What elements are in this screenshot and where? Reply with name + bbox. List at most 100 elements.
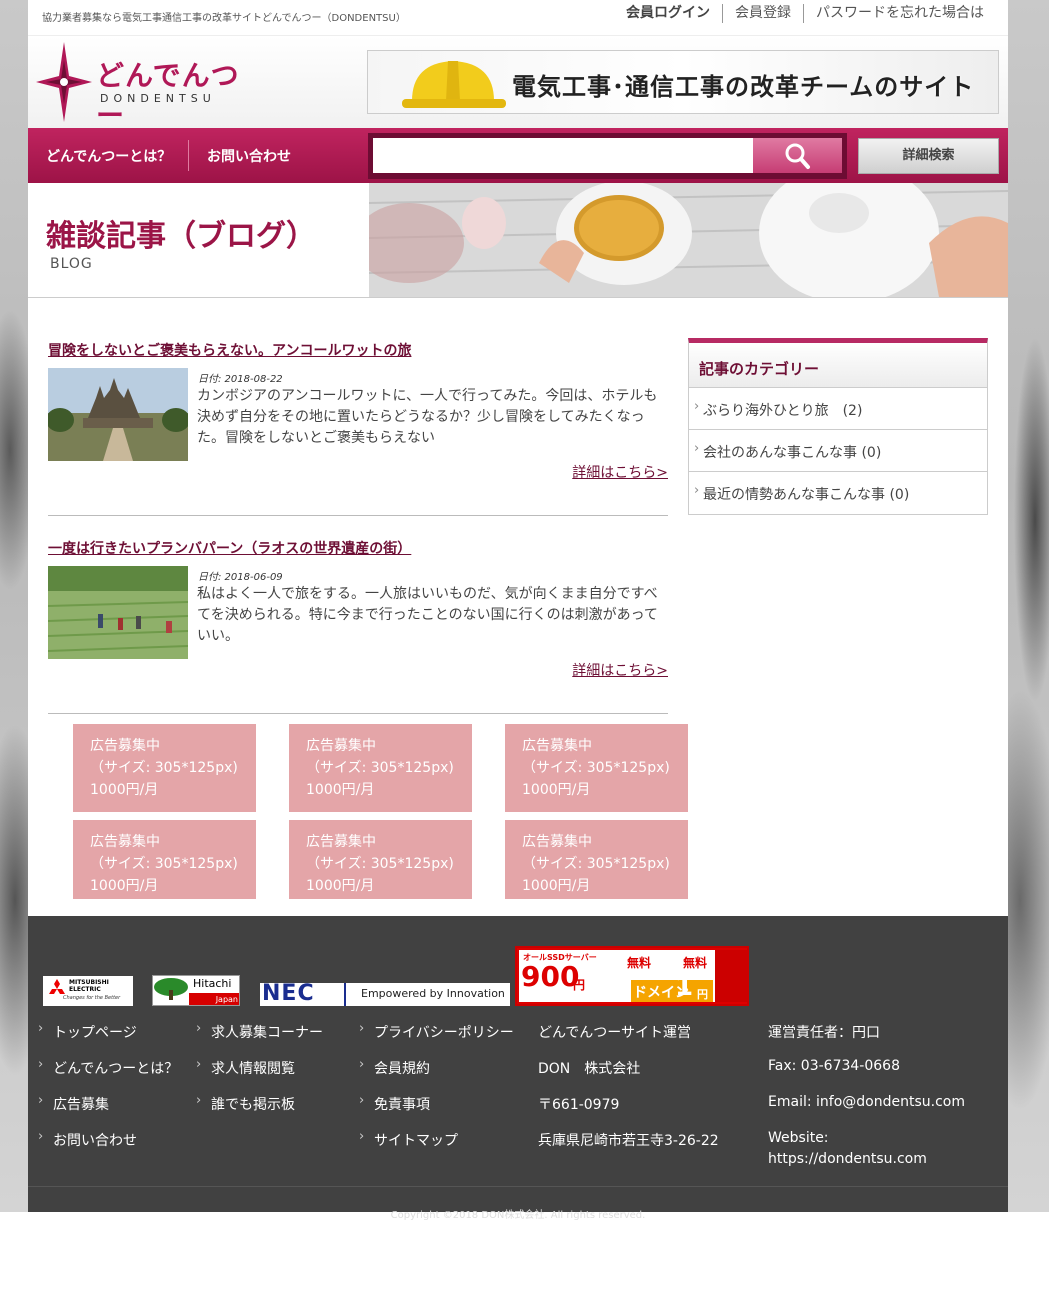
forgot-password-link[interactable]: パスワードを忘れた場合は — [803, 4, 996, 23]
nav-about[interactable]: どんでんつーとは？ — [46, 146, 171, 166]
footer-fax: Fax: 03-6734-0668 — [768, 1058, 900, 1074]
ad-heading: 広告募集中 — [522, 738, 592, 754]
onamae-price: 900 — [521, 960, 580, 993]
footer-link-job-listings[interactable]: 求人情報閲覧 — [196, 1057, 295, 1078]
nec-tagline: Empowered by Innovation — [344, 983, 510, 1006]
footer-link-disclaimer[interactable]: 免責事項 — [359, 1093, 430, 1114]
login-link[interactable]: 会員ログイン — [614, 4, 722, 23]
ad-price: 1000円/月 — [90, 878, 159, 894]
footer-postcode: 〒661-0979 — [538, 1097, 620, 1113]
ad-heading: 広告募集中 — [90, 738, 160, 754]
footer-operator: どんでんつーサイト運営 — [538, 1025, 692, 1041]
footer-link-top[interactable]: トップページ — [38, 1021, 137, 1042]
article-title[interactable]: 冒険をしないとご褒美もらえない。アンコールワットの旅 — [48, 340, 668, 360]
footer-manager: 運営責任者：円口 — [768, 1025, 880, 1041]
onamae-free-2: 無料 — [683, 956, 708, 970]
ad-slot[interactable]: 広告募集中 （サイズ: 305*125px) 1000円/月 — [73, 724, 256, 812]
onamae-free-1: 無料 — [627, 956, 652, 970]
page-subtitle: BLOG — [50, 256, 93, 272]
category-item[interactable]: ぶらり海外ひとり旅 (2) — [689, 388, 987, 430]
category-sidebar: 記事のカテゴリー ぶらり海外ひとり旅 (2) 会社のあんな事こんな事 (0) 最… — [688, 338, 988, 515]
onamae-unit: 円 — [573, 978, 586, 992]
footer-link-board[interactable]: 誰でも掲示板 — [196, 1093, 295, 1114]
footer-address: 兵庫県尼崎市若王寺3-26-22 — [538, 1133, 719, 1149]
ad-slot[interactable]: 広告募集中 （サイズ: 305*125px) 1000円/月 — [505, 724, 688, 812]
article-title[interactable]: 一度は行きたいプランバパーン（ラオスの世界遺産の街） — [48, 538, 668, 558]
ad-slot[interactable]: 広告募集中 （サイズ: 305*125px) 1000円/月 — [73, 820, 256, 899]
footer-website-url[interactable]: https://dondentsu.com — [768, 1151, 927, 1167]
footer-link-sitemap[interactable]: サイトマップ — [359, 1129, 458, 1150]
footer-link-jobs[interactable]: 求人募集コーナー — [196, 1021, 323, 1042]
main-nav: どんでんつーとは？ お問い合わせ 詳細検索 — [28, 128, 1008, 183]
ad-price: 1000円/月 — [306, 878, 375, 894]
ad-slot[interactable]: 広告募集中 （サイズ: 305*125px) 1000円/月 — [505, 820, 688, 899]
onamae-server-banner[interactable]: オールSSDサーバー 900 円 無料 無料 ドメイン 1 円 — [515, 946, 749, 1006]
register-link[interactable]: 会員登録 — [722, 4, 803, 23]
angkor-wat-thumbnail[interactable] — [48, 368, 188, 461]
footer-link-terms[interactable]: 会員規約 — [359, 1057, 430, 1078]
mitsubishi-name: MITSUBISHI ELECTRIC — [69, 979, 109, 993]
ad-size: （サイズ: 305*125px) — [90, 856, 238, 872]
ad-price: 1000円/月 — [522, 782, 591, 798]
ad-size: （サイズ: 305*125px) — [522, 760, 670, 776]
onamae-one: 1 — [675, 972, 694, 1002]
ad-price: 1000円/月 — [522, 878, 591, 894]
ad-slot[interactable]: 広告募集中 （サイズ: 305*125px) 1000円/月 — [289, 820, 472, 899]
compass-star-icon — [36, 42, 92, 122]
article-date: 日付: 2018-08-22 — [198, 374, 283, 385]
site-logo[interactable]: どんでんつー DONDENTSU — [34, 40, 254, 132]
footer-website-label: Website: — [768, 1130, 829, 1146]
nec-logo[interactable]: NEC Empowered by Innovation — [260, 983, 510, 1006]
onamae-yen: 円 — [697, 988, 708, 1001]
article-divider — [48, 515, 668, 516]
hitachi-logo[interactable]: Hitachi Japan — [152, 975, 240, 1006]
advanced-search-button[interactable]: 詳細検索 — [858, 138, 999, 174]
nec-wordmark: NEC — [262, 983, 315, 1006]
footer-company: DON 株式会社 — [538, 1061, 641, 1077]
ad-price: 1000円/月 — [90, 782, 159, 798]
hard-hat-icon — [402, 61, 506, 108]
ad-heading: 広告募集中 — [90, 834, 160, 850]
footer-link-privacy[interactable]: プライバシーポリシー — [359, 1021, 514, 1042]
read-more-link[interactable]: 詳細はこちら> — [572, 660, 668, 680]
ad-price: 1000円/月 — [306, 782, 375, 798]
ad-heading: 広告募集中 — [522, 834, 592, 850]
ad-slot[interactable]: 広告募集中 （サイズ: 305*125px) 1000円/月 — [289, 724, 472, 812]
header-banner[interactable]: 電気工事･通信工事の改革チームのサイト — [367, 50, 999, 114]
search-icon — [785, 143, 810, 169]
page-container: 協力業者募集なら電気工事通信工事の改革サイトどんでんつー（DONDENTSU） … — [28, 0, 1008, 1221]
tea-header-image — [369, 183, 1008, 297]
site-tagline: 協力業者募集なら電気工事通信工事の改革サイトどんでんつー（DONDENTSU） — [42, 13, 406, 24]
ad-heading: 広告募集中 — [306, 834, 376, 850]
read-more-link[interactable]: 詳細はこちら> — [572, 462, 668, 482]
article-divider — [48, 713, 668, 714]
page-title-band: 雑談記事（ブログ） BLOG — [28, 183, 1008, 298]
logo-subtitle: DONDENTSU — [100, 92, 216, 105]
category-item[interactable]: 会社のあんな事こんな事 (0) — [689, 430, 987, 472]
category-item[interactable]: 最近の情勢あんな事こんな事 (0) — [689, 472, 987, 514]
article-date: 日付: 2018-06-09 — [198, 572, 283, 583]
rice-field-thumbnail[interactable] — [48, 566, 188, 659]
sidebar-heading: 記事のカテゴリー — [689, 343, 987, 388]
tree-icon — [153, 976, 189, 1005]
search-input[interactable] — [373, 138, 753, 173]
article-excerpt: 私はよく一人で旅をする。一人旅はいいものだ、気が向くまま自分ですべてを決められる… — [197, 586, 658, 644]
nav-contact[interactable]: お問い合わせ — [207, 146, 291, 166]
footer-email[interactable]: Email: info@dondentsu.com — [768, 1094, 965, 1110]
article-excerpt: カンボジアのアンコールワットに、一人で行ってみた。今回は、ホテルも決めず自分をそ… — [197, 388, 658, 446]
search-box — [368, 133, 847, 179]
footer-link-ads[interactable]: 広告募集 — [38, 1093, 109, 1114]
mitsubishi-logo[interactable]: MITSUBISHI ELECTRIC Changes for the Bett… — [43, 976, 133, 1006]
footer-divider — [28, 1186, 1008, 1187]
account-links: 会員ログイン 会員登録 パスワードを忘れた場合は — [614, 4, 996, 23]
page-title: 雑談記事（ブログ） — [46, 219, 316, 254]
hitachi-japan: Japan — [189, 993, 239, 1005]
footer-link-contact[interactable]: お問い合わせ — [38, 1129, 137, 1150]
copyright: Copyright ©2018 DON株式会社. All rights rese… — [390, 1210, 646, 1221]
footer-link-about[interactable]: どんでんつーとは？ — [38, 1057, 178, 1078]
ad-size: （サイズ: 305*125px) — [306, 760, 454, 776]
mitsubishi-tagline: Changes for the Better — [63, 995, 121, 1001]
hitachi-name: Hitachi — [193, 977, 232, 990]
search-button[interactable] — [753, 138, 842, 173]
banner-slogan: 電気工事･通信工事の改革チームのサイト — [512, 73, 975, 101]
